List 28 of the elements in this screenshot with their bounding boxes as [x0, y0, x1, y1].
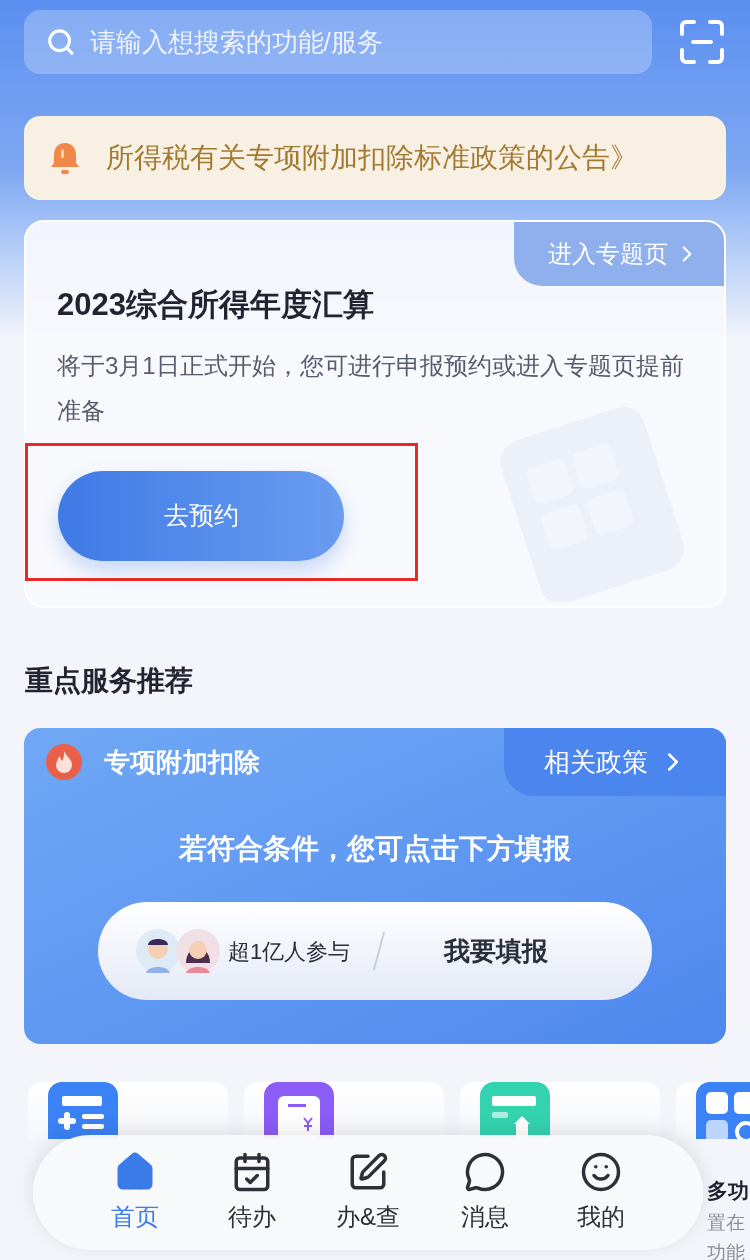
- policy-link[interactable]: 相关政策: [504, 728, 726, 796]
- service-card[interactable]: [460, 1082, 660, 1139]
- service-title: 多功: [707, 1178, 749, 1204]
- nav-icon: [463, 1150, 506, 1193]
- nav-tab[interactable]: 待办: [201, 1150, 302, 1235]
- flame-icon: [46, 744, 82, 780]
- nav-tab[interactable]: 首页: [85, 1150, 185, 1235]
- participant-count: 超1亿人参与: [228, 937, 351, 966]
- section-title: 重点服务推荐: [25, 664, 194, 698]
- service-description: 置在: [707, 1212, 746, 1234]
- scan-icon[interactable]: [680, 20, 724, 64]
- nav-tab[interactable]: 消息: [434, 1150, 535, 1235]
- card-title: 2023综合所得年度汇算: [57, 286, 375, 324]
- nav-tab[interactable]: 我的: [551, 1150, 651, 1235]
- notice-text: 所得税有关专项附加扣除标准政策的公告》: [106, 141, 638, 175]
- search-field[interactable]: 请输入想搜索的功能/服务: [24, 10, 652, 74]
- service-icon[interactable]: [48, 1082, 118, 1139]
- nav-icon: [114, 1150, 156, 1193]
- search-field[interactable]: 请输入想搜索的功能/服务: [89, 22, 630, 62]
- service-card[interactable]: [28, 1082, 228, 1139]
- card-title: 专项附加扣除: [104, 745, 260, 779]
- card-description: 将于3月1日正式开始，您可进行申报预约或进入专题页提前准备: [57, 350, 685, 426]
- service-icon[interactable]: [696, 1082, 750, 1139]
- search-icon: [46, 26, 76, 58]
- nav-tab[interactable]: 办&查: [318, 1150, 418, 1235]
- card-prompt: 若符合条件，您可点击下方填报: [178, 832, 572, 866]
- fill-in-button[interactable]: 超1亿人参与 我要填报: [98, 902, 652, 1000]
- nav-icon: [580, 1150, 622, 1193]
